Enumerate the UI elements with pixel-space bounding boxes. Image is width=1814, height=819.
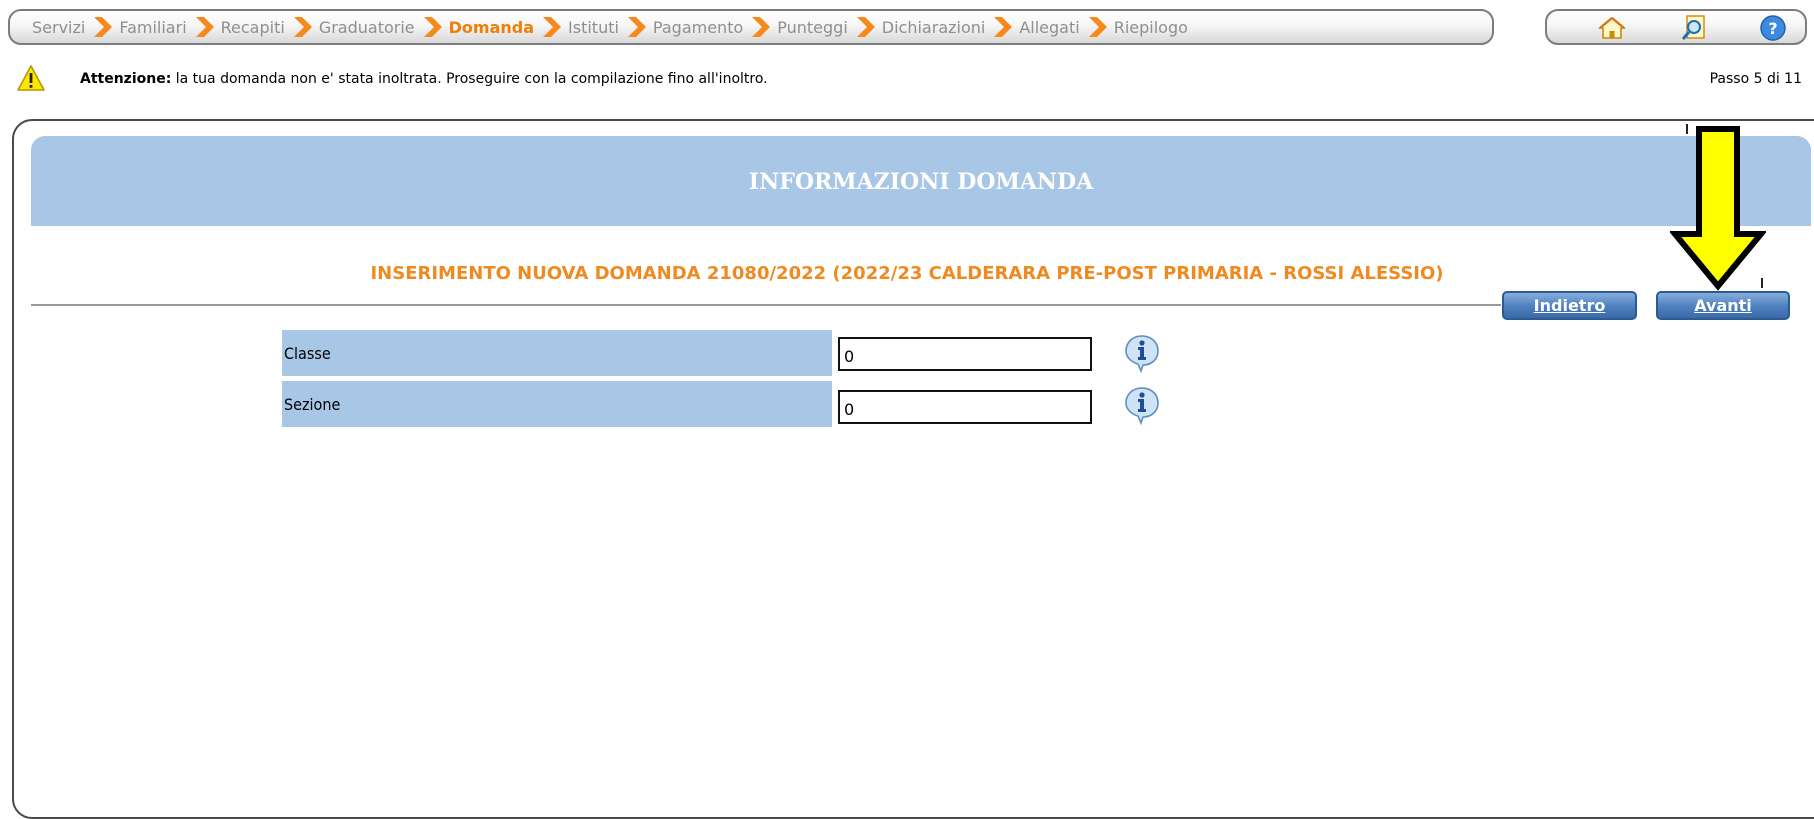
- step-counter: Passo 5 di 11: [1709, 71, 1802, 87]
- chevron-right-icon: [94, 17, 113, 37]
- warning-title: Attenzione:: [80, 71, 172, 87]
- step-servizi[interactable]: Servizi: [32, 18, 85, 37]
- step-domanda[interactable]: Domanda: [415, 15, 534, 39]
- annotation-arrow-down-icon: [1670, 126, 1766, 291]
- classe-input[interactable]: [838, 337, 1092, 371]
- svg-text:?: ?: [1768, 19, 1777, 38]
- step-label[interactable]: Graduatorie: [319, 18, 415, 37]
- sezione-field-cell: [838, 390, 1094, 426]
- chevron-right-icon: [1088, 17, 1107, 37]
- request-subtitle: INSERIMENTO NUOVA DOMANDA 21080/2022 (20…: [370, 263, 1444, 284]
- section-banner: INFORMAZIONI DOMANDA: [31, 136, 1811, 226]
- step-label[interactable]: Servizi: [32, 18, 85, 37]
- step-label[interactable]: Punteggi: [777, 18, 848, 37]
- step-pagamento[interactable]: Pagamento: [619, 15, 743, 39]
- chevron-right-icon: [543, 17, 562, 37]
- step-graduatorie[interactable]: Graduatorie: [285, 15, 415, 39]
- back-button[interactable]: Indietro: [1502, 291, 1637, 320]
- step-label[interactable]: Recapiti: [221, 18, 285, 37]
- home-icon[interactable]: [1597, 14, 1627, 42]
- classe-label: Classe: [282, 330, 832, 376]
- page-title: INFORMAZIONI DOMANDA: [748, 169, 1094, 195]
- step-label[interactable]: Domanda: [449, 18, 534, 37]
- chevron-right-icon: [627, 17, 646, 37]
- divider: [31, 304, 1501, 306]
- step-recapiti[interactable]: Recapiti: [187, 15, 285, 39]
- step-familiari[interactable]: Familiari: [85, 15, 187, 39]
- warning-icon: [16, 64, 46, 92]
- step-dichiarazioni[interactable]: Dichiarazioni: [848, 15, 986, 39]
- sezione-label: Sezione: [282, 381, 832, 427]
- step-istituti[interactable]: Istituti: [534, 15, 619, 39]
- info-icon[interactable]: [1123, 385, 1161, 425]
- step-label[interactable]: Riepilogo: [1114, 18, 1188, 37]
- step-riepilogo[interactable]: Riepilogo: [1080, 15, 1188, 39]
- step-label[interactable]: Pagamento: [653, 18, 743, 37]
- search-document-icon[interactable]: [1680, 14, 1710, 42]
- classe-field-cell: [838, 337, 1094, 373]
- step-label[interactable]: Istituti: [568, 18, 619, 37]
- help-icon[interactable]: ?: [1758, 14, 1788, 42]
- step-label[interactable]: Dichiarazioni: [882, 18, 986, 37]
- chevron-right-icon: [423, 17, 442, 37]
- step-punteggi[interactable]: Punteggi: [743, 15, 848, 39]
- sezione-input[interactable]: [838, 390, 1092, 424]
- next-button[interactable]: Avanti: [1656, 291, 1790, 320]
- step-navigation-bar: Servizi Familiari Recapiti Graduatorie D…: [8, 9, 1494, 45]
- chevron-right-icon: [195, 17, 214, 37]
- step-allegati[interactable]: Allegati: [985, 15, 1080, 39]
- step-label[interactable]: Familiari: [119, 18, 186, 37]
- warning-body: la tua domanda non e' stata inoltrata. P…: [171, 71, 768, 87]
- step-label[interactable]: Allegati: [1019, 18, 1079, 37]
- warning-message: Attenzione: la tua domanda non e' stata …: [80, 71, 768, 87]
- chevron-right-icon: [752, 17, 771, 37]
- toolbar: ?: [1545, 9, 1807, 45]
- info-icon[interactable]: [1123, 333, 1161, 373]
- chevron-right-icon: [293, 17, 312, 37]
- chevron-right-icon: [856, 17, 875, 37]
- chevron-right-icon: [994, 17, 1013, 37]
